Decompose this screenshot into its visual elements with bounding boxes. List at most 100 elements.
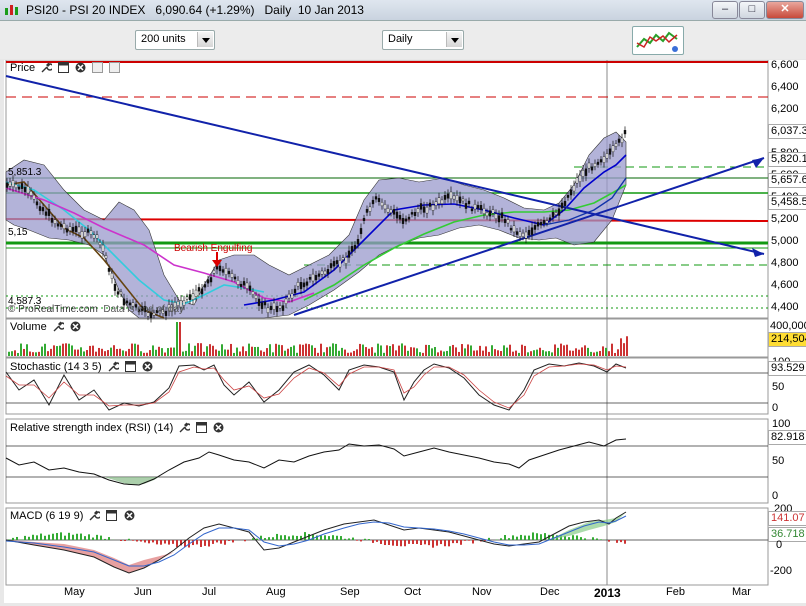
macd-histogram-bar (488, 538, 490, 540)
macd-histogram-bar (36, 535, 38, 540)
volume-bar (35, 352, 37, 356)
price-panel-header: Price (10, 62, 120, 76)
macd-histogram-bar (296, 536, 298, 540)
time-axis-label: Feb (666, 586, 685, 598)
volume-bar (89, 346, 91, 356)
candle-body (474, 204, 476, 209)
macd-histogram-bar (104, 539, 106, 540)
candle-body (516, 232, 518, 235)
macd-histogram-bar (520, 535, 522, 540)
macd-histogram-bar (88, 534, 90, 540)
volume-bar (380, 345, 382, 356)
macd-histogram-bar (152, 540, 154, 542)
macd-histogram-bar (504, 535, 506, 540)
wrench-icon[interactable] (89, 510, 100, 521)
candle-body (351, 246, 353, 251)
volume-bar (608, 351, 610, 356)
maximize-button[interactable]: □ (739, 1, 765, 19)
macd-panel-label: MACD (6 19 9) (10, 510, 83, 522)
close-panel-icon[interactable] (75, 62, 86, 73)
candle-body (372, 200, 374, 204)
macd-histogram-bar (608, 540, 610, 542)
macd-histogram-bar (148, 540, 150, 543)
chevron-down-icon[interactable] (446, 32, 462, 47)
level-badge-3: 5,458.5 (768, 195, 806, 210)
window-icon[interactable] (58, 62, 69, 73)
chart-settings-icon[interactable] (632, 26, 684, 55)
candle-body (387, 208, 389, 212)
macd-histogram-bar (100, 536, 102, 540)
candle-body (261, 303, 263, 309)
macd-histogram-bar (288, 536, 290, 540)
volume-bar (32, 352, 34, 356)
download-icon[interactable] (109, 62, 120, 73)
wrench-icon[interactable] (41, 62, 52, 73)
chevron-down-icon[interactable] (197, 32, 213, 47)
candle-body (300, 282, 302, 289)
candle-body (357, 239, 359, 244)
volume-bar (605, 348, 607, 356)
volume-bar (266, 348, 268, 356)
candle-body (492, 210, 494, 214)
candle-body (537, 222, 539, 226)
volume-bar (251, 347, 253, 356)
wrench-icon[interactable] (53, 321, 64, 332)
window-icon[interactable] (196, 422, 207, 433)
candle-body (102, 245, 104, 251)
volume-bar (356, 349, 358, 356)
wrench-icon[interactable] (179, 422, 190, 433)
chart-area: Price Volume Stochastic (14 3 5) Relativ… (4, 60, 806, 603)
undo-icon[interactable] (92, 62, 103, 73)
volume-bar (536, 350, 538, 356)
minimize-button[interactable]: – (712, 1, 738, 19)
close-panel-icon[interactable] (124, 510, 135, 521)
stochastic-panel-label: Stochastic (14 3 5) (10, 361, 102, 373)
volume-bar (218, 351, 220, 356)
period-select[interactable]: Daily (382, 30, 464, 50)
candle-body (396, 212, 398, 218)
volume-bar (467, 344, 469, 356)
rsi-panel-header: Relative strength index (RSI) (14) (10, 422, 224, 436)
volume-bar (212, 346, 214, 356)
macd-histogram-bar (16, 537, 18, 540)
volume-bar (71, 345, 73, 356)
macd-histogram-bar (156, 540, 158, 544)
price-axis-tick: 6,400 (771, 81, 799, 93)
candle-body (9, 182, 11, 186)
candle-body (66, 229, 68, 233)
price-axis-tick: 6,200 (771, 103, 799, 115)
volume-bar (224, 349, 226, 356)
close-panel-icon[interactable] (213, 422, 224, 433)
units-select[interactable]: 200 units (135, 30, 215, 50)
close-panel-icon[interactable] (70, 321, 81, 332)
macd-histogram-bar (208, 540, 210, 546)
macd-histogram-bar (344, 539, 346, 540)
candle-body (423, 207, 425, 213)
volume-bar (23, 349, 25, 356)
window-icon[interactable] (106, 510, 117, 521)
close-panel-icon[interactable] (142, 361, 153, 372)
candle-body (48, 209, 50, 216)
macd-histogram-bar (92, 538, 94, 540)
candle-body (528, 230, 530, 235)
window-icon[interactable] (125, 361, 136, 372)
volume-bar (395, 350, 397, 356)
volume-bar (521, 345, 523, 356)
volume-bar (134, 344, 136, 356)
candle-body (600, 159, 602, 162)
macd-histogram-bar (232, 540, 234, 542)
volume-bar (302, 345, 304, 356)
volume-bar (215, 350, 217, 356)
close-button[interactable]: ✕ (766, 1, 804, 19)
stochastic-panel-header: Stochastic (14 3 5) (10, 361, 153, 375)
macd-histogram-bar (572, 535, 574, 540)
candle-body (321, 271, 323, 274)
volume-bar (545, 351, 547, 356)
volume-bar (152, 345, 154, 356)
volume-bar (311, 345, 313, 356)
candle-body (561, 203, 563, 208)
wrench-icon[interactable] (108, 361, 119, 372)
volume-bar (290, 347, 292, 356)
candle-body (243, 281, 245, 285)
candle-body (45, 212, 47, 216)
